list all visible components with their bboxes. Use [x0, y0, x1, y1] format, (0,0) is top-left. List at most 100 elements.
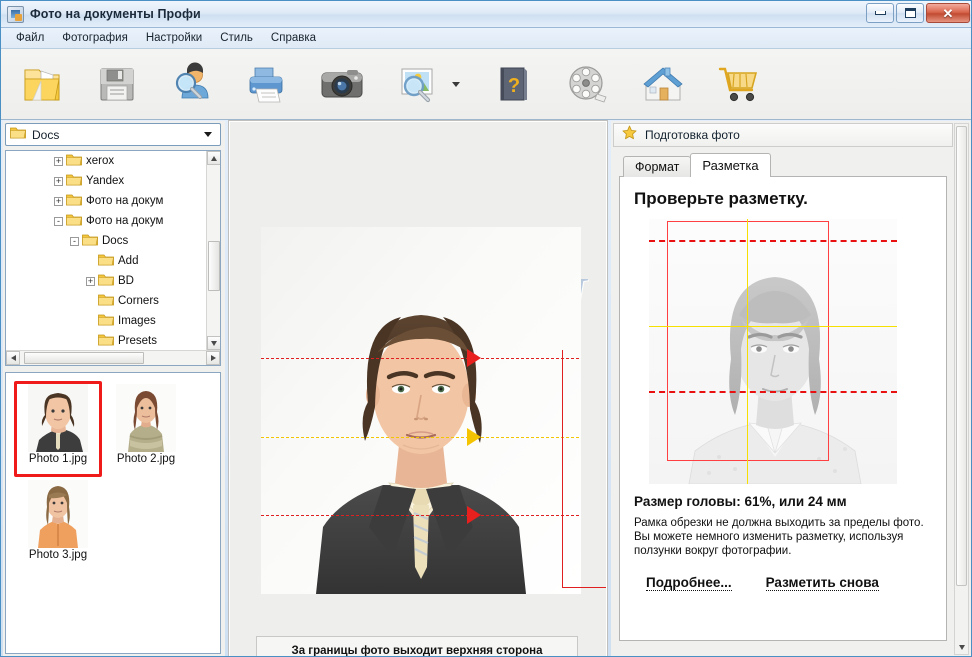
right-scroll-thumb[interactable]: [956, 126, 967, 586]
thumbnail-image: [116, 384, 176, 452]
shopping-cart-icon: [718, 67, 758, 102]
right-panel-header: Подготовка фото: [613, 123, 953, 147]
minimize-button[interactable]: [866, 3, 894, 23]
tree-horizontal-scrollbar[interactable]: [6, 350, 220, 365]
folder-icon: [66, 153, 82, 169]
guide-crop-left: [562, 350, 563, 587]
close-icon: ✕: [942, 5, 954, 21]
photo-stage[interactable]: [261, 227, 581, 594]
hscroll-thumb[interactable]: [24, 352, 144, 364]
open-folder-button[interactable]: [17, 59, 67, 109]
right-scroll-down-button[interactable]: [955, 640, 968, 654]
person-search-button[interactable]: [167, 59, 217, 109]
tree-item[interactable]: Images: [6, 311, 206, 331]
thumbnail-label: Photo 3.jpg: [28, 549, 88, 561]
photo-canvas-panel: All4os.RU: [228, 120, 608, 657]
tree-item[interactable]: + Фото на докум: [6, 191, 206, 211]
menu-item-help[interactable]: Справка: [262, 30, 325, 46]
folder-icon: [66, 193, 82, 209]
image-zoom-button[interactable]: [392, 59, 442, 109]
handle-left-top[interactable]: [467, 349, 481, 367]
tree-item[interactable]: + xerox: [6, 151, 206, 171]
tree-item[interactable]: Presets: [6, 331, 206, 350]
scroll-up-button[interactable]: [207, 151, 220, 165]
thumbnail-list[interactable]: Photo 1.jpg Photo 2.jpg Photo 3.jpg: [5, 372, 221, 654]
handle-left-chin[interactable]: [467, 506, 481, 524]
camera-button[interactable]: [317, 59, 367, 109]
collapse-icon[interactable]: -: [54, 216, 63, 226]
expand-icon[interactable]: +: [54, 196, 63, 206]
video-lesson-button[interactable]: [563, 59, 613, 109]
help-button[interactable]: ?: [488, 59, 538, 109]
tree-item[interactable]: - Фото на докум: [6, 211, 206, 231]
tree-item[interactable]: Corners: [6, 291, 206, 311]
tree-item-label: Фото на докум: [86, 215, 164, 227]
chevron-down-icon: [203, 132, 212, 137]
app-photo-icon: [7, 5, 24, 23]
tab-markup[interactable]: Разметка: [690, 153, 771, 177]
menu-item-photo[interactable]: Фотография: [53, 30, 137, 46]
tree-item[interactable]: + BD: [6, 271, 206, 291]
print-button[interactable]: [242, 59, 292, 109]
menu-item-settings[interactable]: Настройки: [137, 30, 211, 46]
sample-head-top-line: [649, 240, 897, 242]
folder-tree-list: + xerox + Yandex + Фото на докум - Фото на доку…: [6, 151, 206, 350]
scroll-left-button[interactable]: [6, 351, 20, 365]
expand-icon[interactable]: +: [86, 276, 95, 286]
handle-left-eye[interactable]: [467, 428, 481, 446]
tree-item-label: Yandex: [86, 175, 125, 187]
close-button[interactable]: ✕: [926, 3, 970, 23]
guide-chin-line: [261, 515, 579, 516]
sample-eye-line: [649, 326, 897, 327]
folder-icon: [10, 126, 26, 144]
details-link[interactable]: Подробнее...: [646, 575, 732, 591]
status-message: За границы фото выходит верхняя сторона: [291, 645, 543, 657]
triangle-down-icon: [958, 644, 965, 650]
folder-icon: [98, 293, 114, 309]
head-size-label: Размер головы: 61%, или 24 мм: [634, 494, 847, 509]
right-panel-scrollbar[interactable]: [954, 123, 969, 655]
collapse-icon[interactable]: -: [70, 236, 79, 246]
guide-crop-bottom: [562, 587, 606, 588]
tree-vertical-scrollbar[interactable]: [206, 151, 220, 350]
open-folder-icon: [24, 69, 60, 101]
tree-item[interactable]: + Yandex: [6, 171, 206, 191]
thumbnail-item[interactable]: Photo 2.jpg: [102, 381, 190, 477]
folder-icon: [98, 333, 114, 349]
sample-preview[interactable]: [643, 219, 923, 484]
tab-format[interactable]: Формат: [623, 156, 692, 177]
tree-item-label: Presets: [118, 335, 157, 347]
save-button[interactable]: [92, 59, 142, 109]
thumbnail-image: [28, 384, 88, 452]
buy-button[interactable]: [713, 59, 763, 109]
folder-select[interactable]: Docs: [5, 123, 221, 146]
thumbnail-item[interactable]: Photo 1.jpg: [14, 381, 102, 477]
tree-item[interactable]: - Docs: [6, 231, 206, 251]
scroll-down-button[interactable]: [207, 336, 220, 350]
menu-item-style[interactable]: Стиль: [211, 30, 262, 46]
menu-item-file[interactable]: Файл: [7, 30, 53, 46]
printer-icon: [249, 67, 283, 103]
expand-icon[interactable]: +: [54, 176, 63, 186]
folder-select-arrow[interactable]: [199, 126, 216, 143]
scroll-thumb[interactable]: [208, 241, 220, 291]
image-zoom-dropdown-button[interactable]: [449, 59, 463, 109]
sample-chin-line: [649, 391, 897, 393]
camera-icon: [321, 70, 363, 98]
triangle-up-icon: [211, 155, 217, 161]
folder-select-value: Docs: [32, 127, 60, 142]
tree-item-label: xerox: [86, 155, 115, 167]
thumbnail-item[interactable]: Photo 3.jpg: [14, 477, 102, 573]
remark-link[interactable]: Разметить снова: [765, 575, 879, 591]
maximize-button[interactable]: [896, 3, 924, 23]
maximize-icon: [904, 8, 916, 18]
expand-icon[interactable]: +: [54, 156, 63, 166]
folder-tree[interactable]: + xerox + Yandex + Фото на докум - Фото на доку…: [5, 150, 221, 366]
tree-item[interactable]: Add: [6, 251, 206, 271]
scroll-right-button[interactable]: [206, 351, 220, 365]
home-button[interactable]: [638, 59, 688, 109]
folder-icon: [66, 173, 82, 189]
save-floppy-icon: [100, 68, 134, 101]
